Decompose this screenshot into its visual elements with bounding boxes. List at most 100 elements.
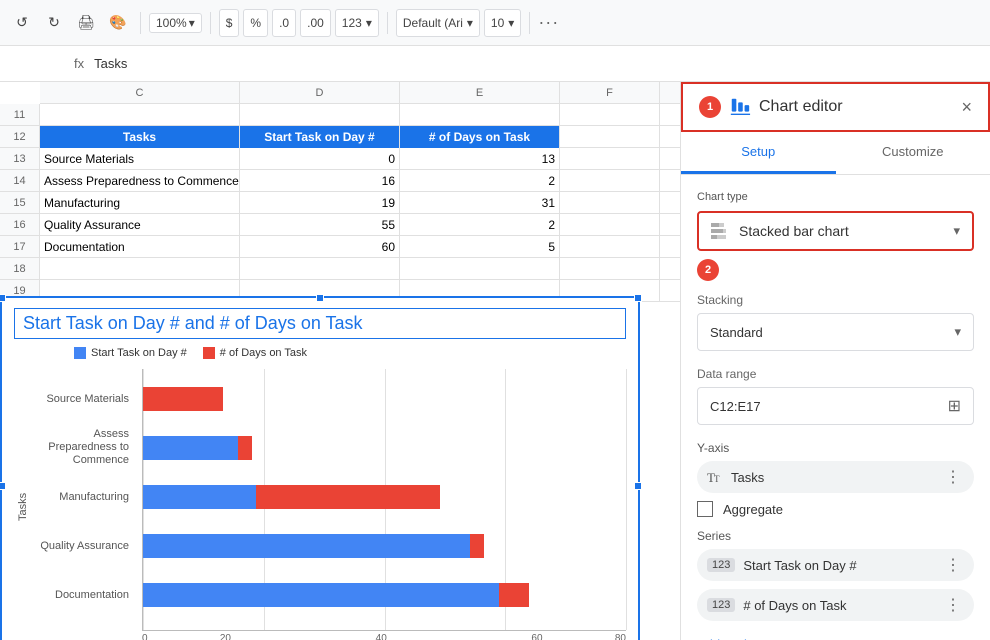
cell-f14[interactable] <box>560 170 660 192</box>
y-axis-series-chip[interactable]: T T Tasks ⋮ <box>697 461 974 493</box>
chart-editor-icon <box>729 96 751 118</box>
row-header-15[interactable]: 15 <box>0 192 39 214</box>
font-family-dropdown[interactable]: Default (Ari ▾ <box>396 9 480 37</box>
cell-d16[interactable]: 55 <box>240 214 400 236</box>
bar-label-manufacturing: Manufacturing <box>25 491 135 503</box>
cell-f17[interactable] <box>560 236 660 258</box>
row-header-16[interactable]: 16 <box>0 214 39 236</box>
formula-input[interactable] <box>90 54 982 73</box>
chart-title[interactable] <box>14 308 626 339</box>
cell-f11[interactable] <box>560 104 660 126</box>
cell-c11[interactable] <box>40 104 240 126</box>
row-header-17[interactable]: 17 <box>0 236 39 258</box>
editor-badge-1: 1 <box>699 96 721 118</box>
col-header-f[interactable]: F <box>560 82 660 103</box>
chart-type-name: Stacked bar chart <box>739 223 849 239</box>
cell-f13[interactable] <box>560 148 660 170</box>
row-header-13[interactable]: 13 <box>0 148 39 170</box>
undo-button[interactable]: ↺ <box>8 9 36 37</box>
editor-badge-2: 2 <box>697 259 719 281</box>
y-axis-series-name: Tasks <box>731 470 764 485</box>
percent-label: % <box>250 16 261 30</box>
zoom-dropdown[interactable]: 100% ▾ <box>149 13 202 33</box>
series-more-2-icon[interactable]: ⋮ <box>945 595 962 615</box>
row-header-12[interactable]: 12 <box>0 126 39 148</box>
print-button[interactable]: 🖨 <box>72 9 100 37</box>
tab-setup[interactable]: Setup <box>681 132 836 174</box>
decimal-less-button[interactable]: .0 <box>272 9 296 37</box>
data-range-label: Data range <box>697 367 974 381</box>
bar-row-qa: Quality Assurance <box>143 532 626 560</box>
grid-icon[interactable]: ⊞ <box>948 396 961 416</box>
bar-label-documentation: Documentation <box>25 589 135 601</box>
row-header-18[interactable]: 18 <box>0 258 39 280</box>
cell-c17[interactable]: Documentation <box>40 236 240 258</box>
editor-close-button[interactable]: × <box>961 97 972 118</box>
decimal-more-button[interactable]: .00 <box>300 9 331 37</box>
chart-inner: Start Task on Day # # of Days on Task Ta… <box>2 298 638 640</box>
text-icon: T T <box>707 469 723 485</box>
cell-c15[interactable]: Manufacturing <box>40 192 240 214</box>
col-header-e[interactable]: E <box>400 82 560 103</box>
cell-e11[interactable] <box>400 104 560 126</box>
col-header-c[interactable]: C <box>40 82 240 103</box>
col-header-d[interactable]: D <box>240 82 400 103</box>
cell-f15[interactable] <box>560 192 660 214</box>
main-content: C D E F 11 12 13 14 15 16 17 18 19 <box>0 82 990 640</box>
font-size-dropdown[interactable]: 10 ▾ <box>484 9 521 37</box>
cell-c12[interactable]: Tasks <box>40 126 240 148</box>
cell-d14[interactable]: 16 <box>240 170 400 192</box>
cell-e13[interactable]: 13 <box>400 148 560 170</box>
x-tick-40: 40 <box>303 633 459 640</box>
add-series-button[interactable]: Add Series <box>697 633 761 640</box>
series-more-1-icon[interactable]: ⋮ <box>945 555 962 575</box>
chart-container[interactable]: Start Task on Day # # of Days on Task Ta… <box>0 296 640 640</box>
cell-d15[interactable]: 19 <box>240 192 400 214</box>
bar-row-assess: AssessPreparedness toCommence <box>143 434 626 462</box>
cell-e18[interactable] <box>400 258 560 280</box>
cell-f18[interactable] <box>560 258 660 280</box>
chart-type-dropdown[interactable]: Stacked bar chart ▾ <box>697 211 974 251</box>
cell-e16[interactable]: 2 <box>400 214 560 236</box>
cell-f16[interactable] <box>560 214 660 236</box>
cell-d12[interactable]: Start Task on Day # <box>240 126 400 148</box>
stacking-dropdown[interactable]: Standard ▾ <box>697 313 974 351</box>
more-options-button[interactable]: ··· <box>538 12 559 33</box>
cell-reference[interactable] <box>8 57 68 71</box>
cell-c14[interactable]: Assess Preparedness to Commence <box>40 170 240 192</box>
cell-c13[interactable]: Source Materials <box>40 148 240 170</box>
row-header-11[interactable]: 11 <box>0 104 39 126</box>
resize-handle-tr[interactable] <box>634 294 642 302</box>
y-axis-more-icon[interactable]: ⋮ <box>945 467 962 487</box>
cell-f12[interactable] <box>560 126 660 148</box>
cell-e12[interactable]: # of Days on Task <box>400 126 560 148</box>
series-chip-2[interactable]: 123 # of Days on Task ⋮ <box>697 589 974 621</box>
x-tick-20: 20 <box>148 633 304 640</box>
cell-c18[interactable] <box>40 258 240 280</box>
currency-button[interactable]: $ <box>219 9 240 37</box>
table-row: Manufacturing 19 31 <box>40 192 680 214</box>
data-range-row[interactable]: C12:E17 ⊞ <box>697 387 974 425</box>
resize-handle-mr[interactable] <box>634 482 642 490</box>
cell-d17[interactable]: 60 <box>240 236 400 258</box>
resize-handle-ml[interactable] <box>0 482 6 490</box>
percent-button[interactable]: % <box>243 9 268 37</box>
aggregate-checkbox[interactable] <box>697 501 713 517</box>
cell-d13[interactable]: 0 <box>240 148 400 170</box>
cell-e15[interactable]: 31 <box>400 192 560 214</box>
cell-d18[interactable] <box>240 258 400 280</box>
resize-handle-tl[interactable] <box>0 294 6 302</box>
tab-customize[interactable]: Customize <box>836 132 990 174</box>
cell-d11[interactable] <box>240 104 400 126</box>
paint-format-button[interactable]: 🎨 <box>104 9 132 37</box>
series-chip-1[interactable]: 123 Start Task on Day # ⋮ <box>697 549 974 581</box>
row-header-14[interactable]: 14 <box>0 170 39 192</box>
redo-button[interactable]: ↻ <box>40 9 68 37</box>
zoom-value: 100% <box>156 16 187 30</box>
cell-e14[interactable]: 2 <box>400 170 560 192</box>
cell-c16[interactable]: Quality Assurance <box>40 214 240 236</box>
resize-handle-tm[interactable] <box>316 294 324 302</box>
cell-e17[interactable]: 5 <box>400 236 560 258</box>
table-row: Source Materials 0 13 <box>40 148 680 170</box>
number-format-button[interactable]: 123 ▾ <box>335 9 379 37</box>
